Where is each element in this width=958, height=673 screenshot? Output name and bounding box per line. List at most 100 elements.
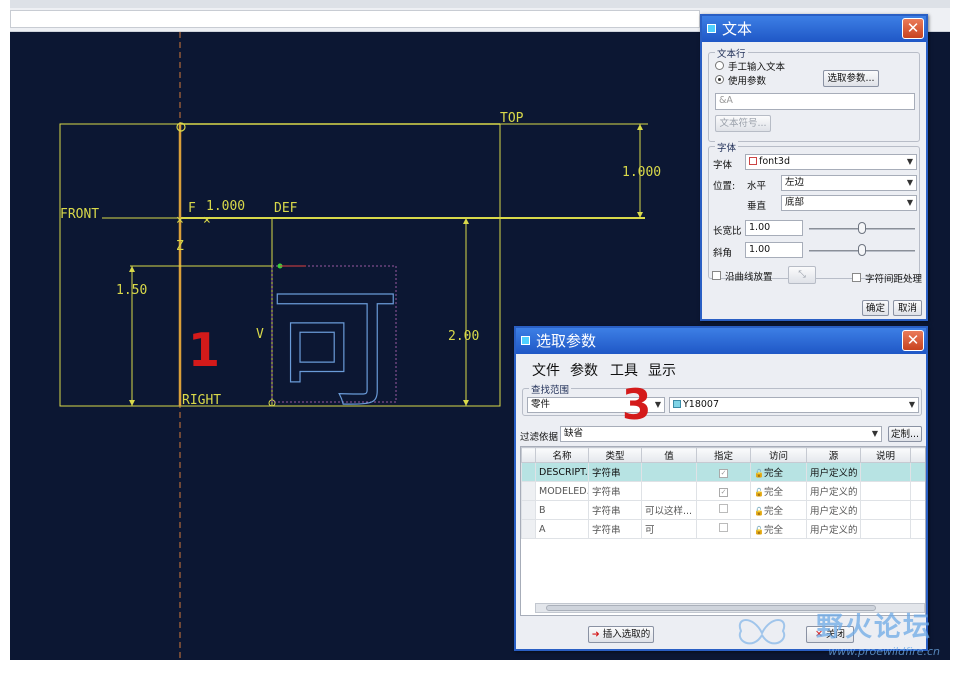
char-spacing-checkbox[interactable] (852, 273, 861, 282)
flip-icon[interactable]: ⤡ (788, 266, 816, 284)
cell-type[interactable]: 字符串 (588, 500, 642, 520)
cell-name[interactable]: MODELED... (535, 481, 589, 501)
vertical-select[interactable]: 底部 ▼ (781, 195, 917, 211)
select-param-titlebar[interactable]: 选取参数 ✕ (516, 328, 926, 354)
col-name[interactable]: 名称 (535, 447, 589, 463)
aspect-label: 长宽比 (713, 226, 742, 237)
search-scope-group: 查找范围 零件 ▼ Y18007 ▼ (522, 382, 922, 416)
menu-parameters[interactable]: 参数 (570, 360, 598, 380)
svg-text:×: × (176, 213, 184, 228)
col-restricted[interactable]: 受 (910, 447, 925, 463)
select-param-button[interactable]: 选取参数... (823, 70, 879, 87)
butterfly-logo-icon (738, 619, 786, 645)
close-icon[interactable]: ✕ (902, 18, 924, 39)
slant-field[interactable]: 1.00 (745, 242, 803, 258)
scope-object-value: Y18007 (683, 399, 720, 410)
filter-select[interactable]: 缺省 ▼ (560, 426, 882, 442)
cell-access: 🔓完全 (750, 481, 807, 501)
lock-icon: 🔓 (754, 507, 764, 516)
text-symbol-button[interactable]: 文本符号... (715, 115, 771, 132)
chevron-down-icon: ▼ (654, 400, 661, 409)
forum-watermark: 野火论坛 www.proewildfire.cn (725, 605, 940, 665)
text-value-field[interactable]: &A (715, 93, 915, 110)
vertical-value: 底部 (785, 197, 805, 208)
watermark-url: www.proewildfire.cn (828, 645, 940, 658)
manual-text-radio[interactable] (715, 61, 724, 70)
customize-button[interactable]: 定制... (888, 426, 922, 442)
font-label: 字体 (713, 160, 733, 171)
table-row[interactable]: B 字符串 可以这样... 🔓完全 用户定义的 (521, 500, 925, 520)
part-icon (673, 400, 681, 408)
table-row[interactable]: A 字符串 可 🔓完全 用户定义的 (521, 519, 925, 539)
cell-description[interactable] (860, 500, 911, 520)
cell-type[interactable]: 字符串 (588, 519, 642, 539)
chevron-down-icon: ▼ (908, 400, 915, 409)
designate-checkbox[interactable]: ✓ (696, 481, 751, 501)
col-source[interactable]: 源 (806, 447, 861, 463)
cell-value[interactable]: 可以这样... (641, 500, 697, 520)
col-designate[interactable]: 指定 (696, 447, 751, 463)
cell-access: 🔓完全 (750, 519, 807, 539)
lock-icon: 🔓 (754, 469, 764, 478)
insert-selected-button[interactable]: ➜ 插入选取的 (588, 626, 654, 643)
select-param-dialog: 选取参数 ✕ 文件 参数 工具 显示 查找范围 零件 ▼ Y18007 ▼ 过滤… (514, 326, 928, 651)
svg-text:×: × (203, 213, 211, 228)
scope-object-select[interactable]: Y18007 ▼ (669, 397, 919, 413)
menu-display[interactable]: 显示 (648, 360, 676, 380)
insert-selected-label: 插入选取的 (602, 629, 651, 640)
search-scope-label: 查找范围 (529, 382, 572, 396)
arrow-right-icon: ➜ (591, 629, 600, 640)
sketch-text-glyph: 可 (270, 273, 400, 425)
parameter-table-container: 名称 类型 值 指定 访问 源 说明 受 DESCRIPT... 字符串 ✓ 🔓… (520, 446, 926, 616)
col-value[interactable]: 值 (641, 447, 697, 463)
dim-left: 1.50 (116, 283, 147, 298)
designate-checkbox[interactable] (696, 519, 751, 539)
text-dialog-titlebar[interactable]: 文本 ✕ (702, 16, 926, 42)
cancel-button[interactable]: 取消 (893, 300, 922, 316)
cell-name[interactable]: A (535, 519, 589, 539)
chevron-down-icon: ▼ (871, 429, 878, 438)
ok-button[interactable]: 确定 (862, 300, 889, 316)
font-select[interactable]: font3d ▼ (745, 154, 917, 170)
chevron-down-icon: ▼ (906, 178, 913, 187)
horizontal-select[interactable]: 左边 ▼ (781, 175, 917, 191)
aspect-field[interactable]: 1.00 (745, 220, 803, 236)
cell-value[interactable] (641, 462, 697, 482)
cell-description[interactable] (860, 462, 911, 482)
filter-value: 缺省 (564, 428, 584, 439)
designate-checkbox[interactable] (696, 500, 751, 520)
lock-icon: 🔓 (754, 526, 764, 535)
manual-text-label: 手工输入文本 (728, 62, 786, 73)
cell-description[interactable] (860, 519, 911, 539)
designate-checkbox[interactable]: ✓ (696, 462, 751, 482)
close-icon[interactable]: ✕ (902, 330, 924, 351)
cell-source: 用户定义的 (806, 481, 861, 501)
col-description[interactable]: 说明 (860, 447, 911, 463)
aspect-slider-handle[interactable] (858, 222, 866, 234)
cell-access-text: 完全 (763, 487, 783, 498)
cell-name[interactable]: DESCRIPT... (535, 462, 589, 482)
slant-slider-handle[interactable] (858, 244, 866, 256)
table-row[interactable]: DESCRIPT... 字符串 ✓ 🔓完全 用户定义的 (521, 462, 925, 482)
along-curve-checkbox[interactable] (712, 271, 721, 280)
cell-value[interactable] (641, 481, 697, 501)
cell-description[interactable] (860, 481, 911, 501)
cell-type[interactable]: 字符串 (588, 481, 642, 501)
cell-source: 用户定义的 (806, 462, 861, 482)
table-row[interactable]: MODELED... 字符串 ✓ 🔓完全 用户定义的 (521, 481, 925, 501)
window-icon (707, 24, 716, 33)
cell-type[interactable]: 字符串 (588, 462, 642, 482)
use-param-radio[interactable] (715, 75, 724, 84)
vertical-label: 垂直 (747, 201, 767, 212)
col-type[interactable]: 类型 (588, 447, 642, 463)
horizontal-label: 水平 (747, 181, 767, 192)
watermark-name: 野火论坛 (816, 612, 932, 643)
menu-file[interactable]: 文件 (532, 360, 560, 380)
menu-tools[interactable]: 工具 (610, 360, 638, 380)
cell-value[interactable]: 可 (641, 519, 697, 539)
col-access[interactable]: 访问 (750, 447, 807, 463)
cell-name[interactable]: B (535, 500, 589, 520)
font-value: font3d (759, 156, 790, 167)
lock-icon: 🔓 (754, 488, 764, 497)
text-dialog-title: 文本 (722, 20, 753, 38)
